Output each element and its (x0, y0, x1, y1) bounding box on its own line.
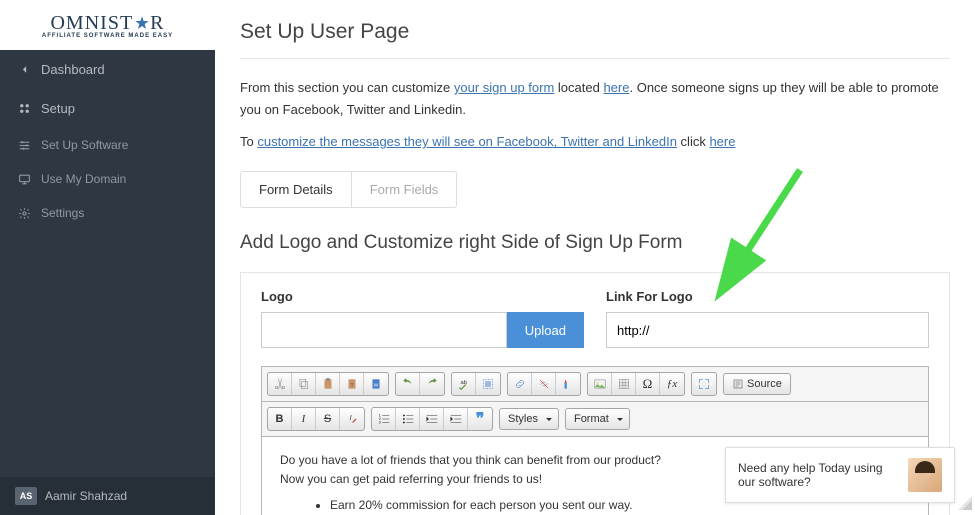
svg-text:3: 3 (378, 421, 380, 425)
sidebar-item-label: Set Up Software (41, 138, 128, 152)
unlink-icon[interactable] (532, 373, 556, 395)
nav-label: Dashboard (41, 62, 105, 77)
avatar: AS (15, 487, 37, 505)
intro-paragraph-1: From this section you can customize your… (240, 77, 950, 121)
logo-tagline: AFFILIATE SOFTWARE MADE EASY (42, 33, 173, 39)
spellcheck-icon[interactable]: ab (452, 373, 476, 395)
undo-icon[interactable] (396, 373, 420, 395)
table-icon[interactable] (612, 373, 636, 395)
logo[interactable]: OMNIST R AFFILIATE SOFTWARE MADE EASY (42, 12, 173, 39)
monitor-icon (18, 173, 31, 186)
selectall-icon[interactable] (476, 373, 500, 395)
sidebar-item-use-my-domain[interactable]: Use My Domain (0, 162, 215, 196)
logo-input[interactable] (261, 312, 507, 348)
tab-form-details[interactable]: Form Details (241, 172, 351, 207)
tab-form-fields[interactable]: Form Fields (351, 172, 457, 207)
logo-text: OMNIST (50, 12, 133, 35)
link-here-2[interactable]: here (709, 134, 735, 149)
sidebar-user[interactable]: AS Aamir Shahzad (0, 477, 215, 515)
svg-text:I: I (350, 415, 352, 422)
star-icon (134, 15, 150, 31)
svg-text:T: T (350, 383, 353, 388)
logo-text-suffix: R (150, 12, 164, 35)
blockquote-icon[interactable]: ❞ (468, 408, 492, 430)
cut-icon[interactable] (268, 373, 292, 395)
indent-icon[interactable] (444, 408, 468, 430)
link-icon[interactable] (508, 373, 532, 395)
anchor-icon[interactable] (556, 373, 580, 395)
sliders-icon (18, 139, 31, 152)
maximize-icon[interactable] (692, 373, 716, 395)
editor-toolbar-1: T W ab Ω (262, 367, 928, 402)
upload-button[interactable]: Upload (507, 312, 584, 348)
paste-word-icon[interactable]: W (364, 373, 388, 395)
nav-section-label: Setup (41, 101, 75, 116)
chat-text: Need any help Today using our software? (738, 461, 898, 489)
format-select[interactable]: Format (565, 408, 630, 430)
link-sign-up-form[interactable]: your sign up form (454, 80, 554, 95)
nav-section-setup[interactable]: Setup (0, 89, 215, 128)
svg-text:W: W (374, 383, 379, 388)
chevron-left-icon (18, 63, 31, 76)
chat-widget[interactable]: Need any help Today using our software? (725, 447, 955, 503)
outdent-icon[interactable] (420, 408, 444, 430)
italic-icon[interactable]: I (292, 408, 316, 430)
sidebar-item-settings[interactable]: Settings (0, 196, 215, 230)
intro-paragraph-2: To customize the messages they will see … (240, 131, 950, 153)
section-title: Add Logo and Customize right Side of Sig… (240, 232, 950, 254)
numberlist-icon[interactable]: 123 (372, 408, 396, 430)
page-title: Set Up User Page (240, 20, 950, 44)
source-button[interactable]: Source (723, 373, 791, 395)
source-icon (732, 378, 744, 390)
copy-icon[interactable] (292, 373, 316, 395)
link-customize-messages[interactable]: customize the messages they will see on … (257, 134, 677, 149)
sidebar-item-setup-software[interactable]: Set Up Software (0, 128, 215, 162)
link-for-logo-label: Link For Logo (606, 289, 929, 304)
divider (240, 58, 950, 59)
sidebar-item-label: Settings (41, 206, 84, 220)
sidebar: OMNIST R AFFILIATE SOFTWARE MADE EASY Da… (0, 0, 215, 515)
link-here-1[interactable]: here (603, 80, 629, 95)
sidebar-item-label: Use My Domain (41, 172, 126, 186)
paste-text-icon[interactable]: T (340, 373, 364, 395)
tabs: Form Details Form Fields (240, 171, 457, 208)
nav-dashboard[interactable]: Dashboard (0, 50, 215, 89)
editor-toolbar-2: B I S I 123 ❞ Styles Format (262, 402, 928, 437)
removeformat-icon[interactable]: I (340, 408, 364, 430)
logo-label: Logo (261, 289, 584, 304)
dashboard-icon (18, 102, 31, 115)
bold-icon[interactable]: B (268, 408, 292, 430)
styles-select[interactable]: Styles (499, 408, 559, 430)
gear-icon (18, 207, 31, 220)
formula-icon[interactable]: ƒx (660, 373, 684, 395)
main-content: Set Up User Page From this section you c… (215, 0, 975, 515)
paste-icon[interactable] (316, 373, 340, 395)
redo-icon[interactable] (420, 373, 444, 395)
chat-handle-icon[interactable] (958, 496, 972, 510)
link-for-logo-input[interactable] (606, 312, 929, 348)
specialchar-icon[interactable]: Ω (636, 373, 660, 395)
strike-icon[interactable]: S (316, 408, 340, 430)
bulletlist-icon[interactable] (396, 408, 420, 430)
user-name: Aamir Shahzad (45, 489, 127, 503)
logo-area: OMNIST R AFFILIATE SOFTWARE MADE EASY (0, 0, 215, 50)
image-icon[interactable] (588, 373, 612, 395)
chat-avatar (908, 458, 942, 492)
